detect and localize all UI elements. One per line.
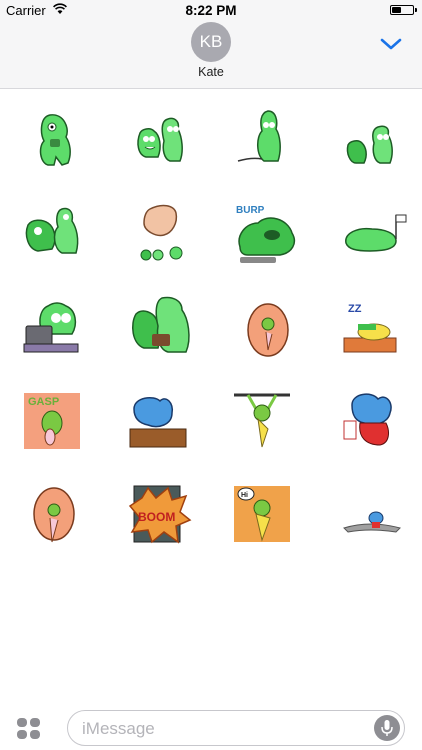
green-monster-big-and-small-sticker-icon [346,125,393,164]
sleep-zz-label: ZZ [348,303,362,315]
message-input[interactable] [80,718,364,740]
sticker[interactable] [22,199,92,269]
green-monster-hugging-sticker-icon [25,207,79,254]
sticker[interactable] [232,107,302,177]
sticker[interactable] [128,107,198,177]
sticker[interactable] [340,484,410,554]
message-field[interactable] [67,710,405,746]
green-monster-lying-with-flag-sticker-icon [345,214,407,252]
microphone-icon [381,720,393,736]
sticker[interactable] [232,389,302,459]
green-monster-at-laptop-sticker-icon [23,302,79,353]
sticker[interactable] [128,389,198,459]
green-monster-plugged-in-sticker-icon [237,110,281,162]
blue-creature-at-desk-sticker-icon [129,396,187,448]
sticker[interactable]: ZZ [340,294,410,364]
green-monster-pair-waving-sticker-icon [137,117,183,162]
hi-label: Hi [241,492,248,499]
burp-label: BURP [236,205,265,216]
sticker[interactable] [128,294,198,364]
microphone-button[interactable] [374,715,400,741]
orange-bird-gasp-sticker-icon: GASP [24,393,80,449]
yellow-bird-sleeping-sticker-icon: ZZ [343,303,397,353]
sticker[interactable] [22,107,92,177]
contact-name[interactable]: Kate [0,65,422,79]
boom-explosion-sticker-icon: BOOM [128,485,192,544]
app-drawer-icon[interactable] [17,718,41,740]
orange-bird-egg-tongue-sticker-icon [33,487,75,543]
chevron-down-icon[interactable] [380,38,402,50]
orange-bird-in-egg-sticker-icon [247,303,289,357]
green-blob-burping-sticker-icon: BURP [236,205,296,263]
boom-label: BOOM [138,510,175,524]
blue-creature-with-cup-sticker-icon [343,393,392,446]
sticker[interactable] [340,389,410,459]
sticker[interactable]: BURP [232,199,302,269]
sticker[interactable] [22,484,92,554]
status-bar: Carrier 8:22 PM [0,0,422,22]
sticker[interactable]: BOOM [128,484,198,554]
green-monster-eating-sticker-icon [39,114,71,166]
avatar[interactable]: KB [191,22,231,62]
sticker[interactable] [232,294,302,364]
yellow-bird-saying-hi-sticker-icon: Hi [234,486,290,542]
message-input-bar [0,702,422,750]
battery-icon [390,5,417,15]
sticker[interactable] [340,107,410,177]
conversation-header: Carrier 8:22 PM KB Kate [0,0,422,89]
giant-nose-tiny-monsters-sticker-icon [140,204,183,261]
sticker[interactable]: Hi [232,484,302,554]
gasp-label: GASP [28,396,59,408]
clock: 8:22 PM [185,3,237,18]
yellow-bird-pull-up-sticker-icon [234,393,290,448]
green-monsters-with-cake-sticker-icon [131,296,190,353]
blue-creature-on-rug-sticker-icon [343,511,401,533]
sticker[interactable] [22,294,92,364]
sticker[interactable] [340,199,410,269]
sticker[interactable] [128,199,198,269]
sticker[interactable]: GASP [22,389,92,459]
